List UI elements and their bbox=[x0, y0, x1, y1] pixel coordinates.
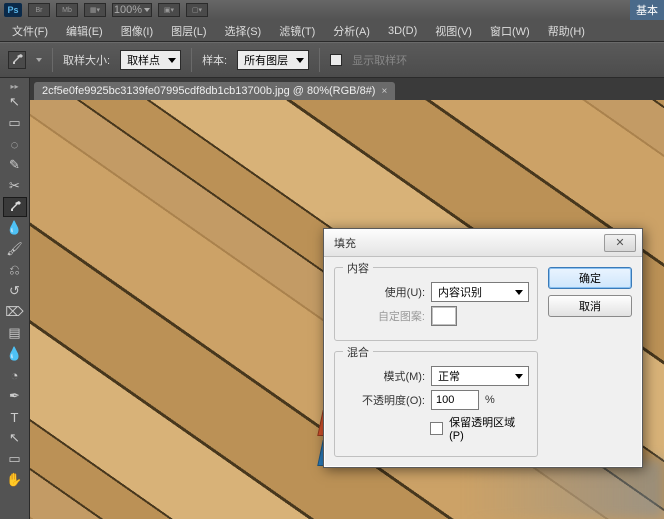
ok-button[interactable]: 确定 bbox=[548, 267, 632, 289]
opacity-label: 不透明度(O): bbox=[343, 392, 425, 408]
menu-filter[interactable]: 滤镜(T) bbox=[271, 21, 323, 41]
menu-help[interactable]: 帮助(H) bbox=[540, 21, 593, 41]
sample-size-select[interactable]: 取样点 bbox=[120, 50, 181, 70]
close-tab-icon[interactable]: × bbox=[381, 86, 387, 97]
mode-select[interactable]: 正常 bbox=[431, 366, 529, 386]
app-titlebar: Ps Br Mb ▦▾ 100% ▣▾ ▢▾ 基本 bbox=[0, 0, 664, 20]
menu-3d[interactable]: 3D(D) bbox=[380, 23, 425, 39]
content-legend: 内容 bbox=[343, 260, 373, 276]
menu-image[interactable]: 图像(I) bbox=[113, 21, 161, 41]
sample-size-label: 取样大小: bbox=[63, 52, 110, 68]
menu-select[interactable]: 选择(S) bbox=[217, 21, 270, 41]
show-sampling-ring-checkbox[interactable] bbox=[330, 54, 342, 66]
zoom-level-select[interactable]: 100% bbox=[112, 3, 152, 17]
dialog-titlebar[interactable]: 填充 ✕ bbox=[324, 229, 642, 257]
eyedropper-tool-icon[interactable] bbox=[8, 51, 26, 69]
lasso-tool[interactable]: ◌ bbox=[3, 134, 27, 154]
path-select-tool[interactable]: ↖ bbox=[3, 428, 27, 448]
move-tool[interactable]: ↖ bbox=[3, 92, 27, 112]
menu-analysis[interactable]: 分析(A) bbox=[325, 21, 378, 41]
crop-tool[interactable]: ✂ bbox=[3, 176, 27, 196]
document-tab[interactable]: 2cf5e0fe9925bc3139fe07995cdf8db1cb13700b… bbox=[34, 82, 395, 100]
mode-label: 模式(M): bbox=[343, 368, 425, 384]
hand-tool[interactable]: ✋ bbox=[3, 470, 27, 490]
healing-tool[interactable]: 💧 bbox=[3, 218, 27, 238]
eraser-tool[interactable]: ⌦ bbox=[3, 302, 27, 322]
menu-layer[interactable]: 图层(L) bbox=[163, 21, 214, 41]
cancel-button[interactable]: 取消 bbox=[548, 295, 632, 317]
sample-layers-select[interactable]: 所有图层 bbox=[237, 50, 309, 70]
menu-file[interactable]: 文件(F) bbox=[4, 21, 56, 41]
preserve-transparency-label: 保留透明区域(P) bbox=[449, 414, 529, 442]
preserve-transparency-checkbox[interactable] bbox=[430, 422, 443, 435]
toolbox: ▸▸ ↖ ▭ ◌ ✎ ✂ 💧 🖌 ⎌ ↺ ⌦ ▤ 💧 ◔ ✒ T ↖ ▭ ✋ bbox=[0, 78, 30, 519]
ps-logo-icon: Ps bbox=[4, 3, 22, 17]
stamp-tool[interactable]: ⎌ bbox=[3, 260, 27, 280]
tool-preset-dropdown-icon[interactable] bbox=[36, 58, 42, 62]
fill-dialog: 填充 ✕ 内容 使用(U): 内容识别 自定图案: 混合 模式(M): 正常 bbox=[323, 228, 643, 468]
document-tabstrip: 2cf5e0fe9925bc3139fe07995cdf8db1cb13700b… bbox=[30, 78, 664, 100]
menu-edit[interactable]: 编辑(E) bbox=[58, 21, 111, 41]
quick-select-tool[interactable]: ✎ bbox=[3, 155, 27, 175]
history-brush-tool[interactable]: ↺ bbox=[3, 281, 27, 301]
view-extras-button[interactable]: ▦▾ bbox=[84, 3, 106, 17]
use-label: 使用(U): bbox=[343, 284, 425, 300]
minibridge-button[interactable]: Mb bbox=[56, 3, 78, 17]
blend-fieldset: 混合 模式(M): 正常 不透明度(O): 100 % 保留透明区域(P) bbox=[334, 351, 538, 457]
pen-tool[interactable]: ✒ bbox=[3, 386, 27, 406]
screenmode-button[interactable]: ▢▾ bbox=[186, 3, 208, 17]
document-tab-label: 2cf5e0fe9925bc3139fe07995cdf8db1cb13700b… bbox=[42, 85, 375, 97]
blur-tool[interactable]: 💧 bbox=[3, 344, 27, 364]
custom-pattern-swatch bbox=[431, 306, 457, 326]
shape-tool[interactable]: ▭ bbox=[3, 449, 27, 469]
close-button[interactable]: ✕ bbox=[604, 234, 636, 252]
menu-window[interactable]: 窗口(W) bbox=[482, 21, 538, 41]
dodge-tool[interactable]: ◔ bbox=[3, 365, 27, 385]
arrange-button[interactable]: ▣▾ bbox=[158, 3, 180, 17]
blur-region bbox=[464, 459, 664, 519]
gradient-tool[interactable]: ▤ bbox=[3, 323, 27, 343]
type-tool[interactable]: T bbox=[3, 407, 27, 427]
sample-label: 样本: bbox=[202, 52, 227, 68]
custom-pattern-label: 自定图案: bbox=[343, 308, 425, 324]
marquee-tool[interactable]: ▭ bbox=[3, 113, 27, 133]
opacity-input[interactable]: 100 bbox=[431, 390, 479, 410]
blend-legend: 混合 bbox=[343, 344, 373, 360]
toolbox-collapse-icon[interactable]: ▸▸ bbox=[0, 82, 29, 90]
brush-tool[interactable]: 🖌 bbox=[3, 239, 27, 259]
show-sampling-ring-label: 显示取样环 bbox=[352, 52, 407, 68]
dialog-title: 填充 bbox=[334, 235, 356, 251]
eyedropper-tool[interactable] bbox=[3, 197, 27, 217]
options-bar: 取样大小: 取样点 样本: 所有图层 显示取样环 bbox=[0, 42, 664, 78]
bridge-button[interactable]: Br bbox=[28, 3, 50, 17]
use-select[interactable]: 内容识别 bbox=[431, 282, 529, 302]
content-fieldset: 内容 使用(U): 内容识别 自定图案: bbox=[334, 267, 538, 341]
menu-bar: 文件(F) 编辑(E) 图像(I) 图层(L) 选择(S) 滤镜(T) 分析(A… bbox=[0, 20, 664, 42]
menu-view[interactable]: 视图(V) bbox=[427, 21, 480, 41]
percent-label: % bbox=[485, 394, 495, 406]
workspace-switcher[interactable]: 基本 bbox=[630, 0, 664, 20]
